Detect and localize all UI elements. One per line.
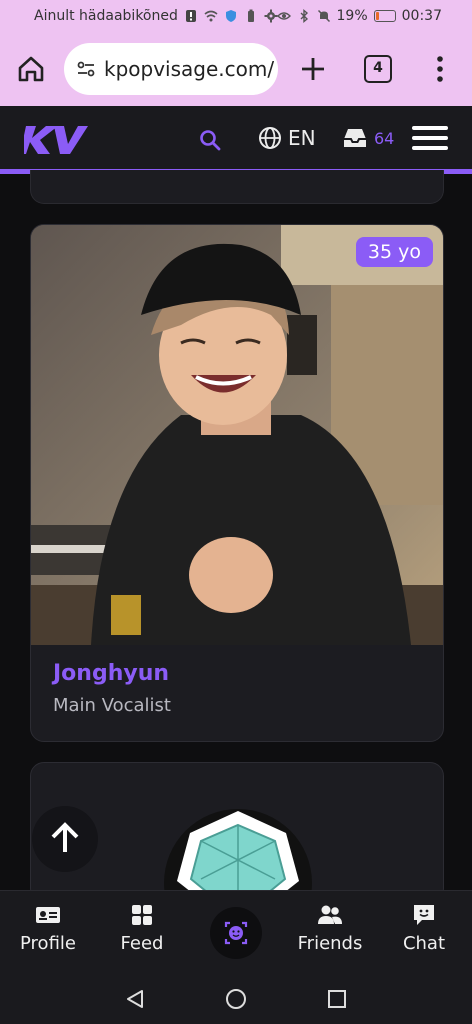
photo-illustration (31, 225, 443, 645)
id-card-icon (36, 907, 60, 923)
chat-icon (414, 905, 434, 925)
nav-feed[interactable]: Feed (102, 903, 182, 954)
battery-percent: 19% (336, 8, 368, 24)
hamburger-menu-icon[interactable] (412, 126, 448, 154)
clock: 00:37 (401, 8, 442, 24)
nav-friends[interactable]: Friends (290, 903, 370, 954)
nav-face-scan[interactable] (210, 907, 262, 959)
shield-icon (225, 10, 236, 22)
arrow-up-icon (51, 822, 79, 852)
browser-toolbar: kpopvisage.com/ 4 (0, 34, 472, 106)
face-scan-icon (224, 921, 248, 945)
status-bar: Ainult hädaabikõned 19% 00:37 (0, 0, 472, 34)
inbox-count: 64 (374, 129, 395, 148)
kv-logo[interactable] (24, 124, 88, 156)
globe-icon[interactable] (258, 126, 282, 150)
browser-menu-icon[interactable] (428, 52, 452, 86)
site-settings-icon[interactable] (76, 59, 96, 79)
inbox-icon[interactable] (342, 127, 368, 149)
bluetooth-icon (300, 9, 308, 23)
eye-icon (276, 12, 291, 20)
carrier-text: Ainult hädaabikõned (34, 8, 178, 24)
scroll-to-top-button[interactable] (32, 806, 98, 872)
nav-feed-label: Feed (120, 933, 164, 954)
bottom-navigation: Profile Feed Friends Chat (0, 890, 472, 974)
system-navigation (0, 974, 472, 1024)
nav-profile[interactable]: Profile (8, 903, 88, 954)
site-header: EN 64 (0, 106, 472, 174)
address-bar[interactable]: kpopvisage.com/ (64, 43, 278, 95)
idol-role: Main Vocalist (53, 695, 171, 716)
new-tab-icon[interactable] (296, 52, 330, 86)
tab-switcher-button[interactable]: 4 (364, 55, 392, 83)
idol-card[interactable]: 35 yo Jonghyun Main Vocalist (30, 224, 444, 742)
url-text: kpopvisage.com/ (104, 57, 275, 81)
battery-icon (373, 10, 396, 22)
nav-profile-label: Profile (20, 933, 76, 954)
nav-chat[interactable]: Chat (384, 903, 464, 954)
battery-saver-icon (247, 9, 254, 22)
users-icon (318, 905, 342, 924)
grid-icon (132, 905, 152, 925)
recents-icon[interactable] (326, 988, 348, 1010)
previous-card[interactable] (30, 170, 444, 204)
language-selector[interactable]: EN (288, 126, 316, 150)
wifi-icon (204, 10, 218, 22)
home-icon[interactable] (16, 54, 46, 84)
mute-bell-icon (317, 9, 330, 23)
sim-alert-icon (185, 10, 196, 22)
nav-friends-label: Friends (297, 933, 363, 954)
search-icon[interactable] (198, 128, 222, 152)
idol-name[interactable]: Jonghyun (53, 661, 169, 686)
age-badge: 35 yo (355, 237, 433, 267)
back-icon[interactable] (124, 988, 146, 1010)
idol-photo[interactable]: 35 yo (31, 225, 443, 645)
nav-chat-label: Chat (402, 933, 446, 954)
home-circle-icon[interactable] (225, 988, 247, 1010)
